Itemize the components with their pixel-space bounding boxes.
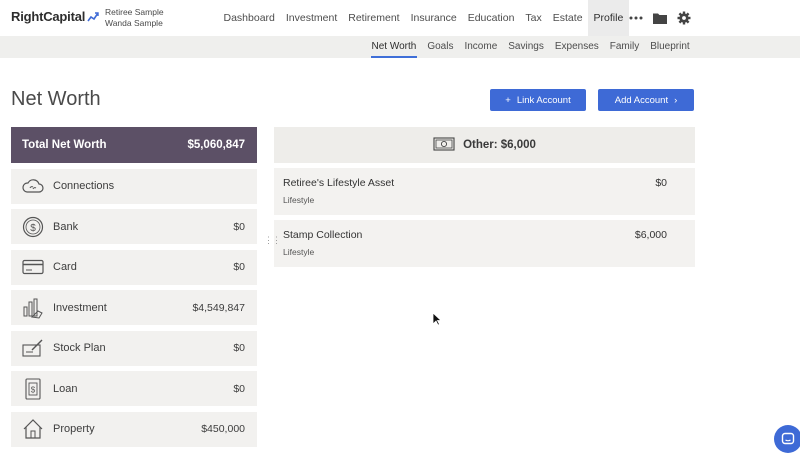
link-account-button[interactable]: + Link Account <box>490 89 586 111</box>
check-pen-icon <box>21 336 45 360</box>
sub-nav: Net Worth Goals Income Savings Expenses … <box>366 36 695 58</box>
category-name: Card <box>53 261 77 273</box>
tab-blueprint[interactable]: Blueprint <box>645 36 695 58</box>
category-connections[interactable]: Connections <box>11 168 257 204</box>
svg-text:$: $ <box>30 223 36 234</box>
cloud-icon <box>21 174 45 198</box>
category-name: Bank <box>53 220 79 233</box>
category-name: Property <box>53 423 95 435</box>
client-name-1: Retiree Sample <box>105 7 164 17</box>
category-property[interactable]: Property $450,000 <box>11 411 257 447</box>
tab-expenses[interactable]: Expenses <box>549 36 604 58</box>
nav-profile[interactable]: Profile <box>588 0 629 36</box>
total-net-worth-bar: Total Net Worth $5,060,847 <box>11 127 257 163</box>
main-nav: Dashboard Investment Retirement Insuranc… <box>218 0 629 36</box>
client-names: Retiree Sample Wanda Sample <box>105 7 164 29</box>
tab-net-worth[interactable]: Net Worth <box>366 36 422 58</box>
header-icons <box>624 0 696 36</box>
category-stock-plan[interactable]: Stock Plan $0 <box>11 330 257 366</box>
sub-nav-bar: Net Worth Goals Income Savings Expenses … <box>0 36 800 58</box>
asset-row[interactable]: Retiree's Lifestyle Asset $0 Lifestyle <box>274 168 695 215</box>
drag-handle-icon[interactable]: ⋮⋮ <box>264 236 281 245</box>
chevron-right-icon: › <box>674 94 678 106</box>
tab-income[interactable]: Income <box>459 36 503 58</box>
category-value: $0 <box>233 261 245 273</box>
page-title: Net Worth <box>11 88 101 110</box>
asset-category: Lifestyle <box>283 195 315 205</box>
other-assets-panel: Other: $6,000 Retiree's Lifestyle Asset … <box>264 127 695 267</box>
logo-text: RightCapital <box>11 9 86 24</box>
category-investment[interactable]: Investment $4,549,847 <box>11 290 257 325</box>
nav-investment[interactable]: Investment <box>280 0 342 36</box>
asset-name: Stamp Collection <box>283 229 363 241</box>
category-name: Investment <box>53 301 107 314</box>
asset-row[interactable]: ⋮⋮ Stamp Collection $6,000 Lifestyle <box>264 220 695 267</box>
mouse-cursor-icon <box>432 312 442 326</box>
nav-retirement[interactable]: Retirement <box>343 0 405 36</box>
total-net-worth-value: $5,060,847 <box>187 139 245 151</box>
gear-icon[interactable] <box>672 0 696 36</box>
add-account-button[interactable]: Add Account › <box>598 89 694 111</box>
category-loan[interactable]: $ Loan $0 <box>11 371 257 406</box>
plus-icon: + <box>505 94 511 106</box>
credit-card-icon <box>21 255 45 279</box>
asset-name: Retiree's Lifestyle Asset <box>283 177 395 189</box>
nav-insurance[interactable]: Insurance <box>405 0 462 36</box>
nav-tax[interactable]: Tax <box>520 0 547 36</box>
more-icon[interactable] <box>624 0 648 36</box>
category-name: Connections <box>53 180 115 192</box>
asset-value: $0 <box>655 177 667 189</box>
other-header-label: Other: $6,000 <box>463 139 536 151</box>
category-value: $0 <box>233 382 245 395</box>
tab-goals[interactable]: Goals <box>422 36 459 58</box>
loan-doc-icon: $ <box>21 377 45 401</box>
category-value: $0 <box>233 342 245 354</box>
folder-icon[interactable] <box>648 0 672 36</box>
cash-bill-icon <box>433 136 455 154</box>
category-value: $4,549,847 <box>192 301 245 314</box>
logo-mark-icon <box>87 11 99 21</box>
link-account-label: Link Account <box>516 94 571 106</box>
total-net-worth-label: Total Net Worth <box>22 139 107 151</box>
top-bar: RightCapital Retiree Sample Wanda Sample… <box>0 0 800 36</box>
account-category-list: Total Net Worth $5,060,847 Connections $… <box>11 127 257 447</box>
nav-education[interactable]: Education <box>462 0 520 36</box>
asset-value: $6,000 <box>634 229 667 241</box>
category-value: $450,000 <box>201 423 245 435</box>
category-name: Stock Plan <box>53 342 106 354</box>
nav-estate[interactable]: Estate <box>547 0 588 36</box>
svg-text:$: $ <box>31 385 36 394</box>
add-account-label: Add Account <box>614 94 669 106</box>
other-header: Other: $6,000 <box>274 127 695 163</box>
asset-category: Lifestyle <box>283 247 315 257</box>
nav-dashboard[interactable]: Dashboard <box>218 0 280 36</box>
tab-savings[interactable]: Savings <box>503 36 550 58</box>
client-name-2: Wanda Sample <box>105 18 163 28</box>
category-card[interactable]: Card $0 <box>11 249 257 285</box>
category-name: Loan <box>53 382 78 395</box>
chat-button[interactable] <box>774 425 800 453</box>
chart-hand-icon <box>21 296 45 320</box>
category-value: $0 <box>233 220 245 233</box>
tab-family[interactable]: Family <box>604 36 644 58</box>
dollar-coin-icon: $ <box>21 215 45 239</box>
chat-icon <box>781 432 795 445</box>
house-icon <box>21 417 45 441</box>
logo[interactable]: RightCapital <box>11 9 99 24</box>
category-bank[interactable]: $ Bank $0 <box>11 209 257 244</box>
